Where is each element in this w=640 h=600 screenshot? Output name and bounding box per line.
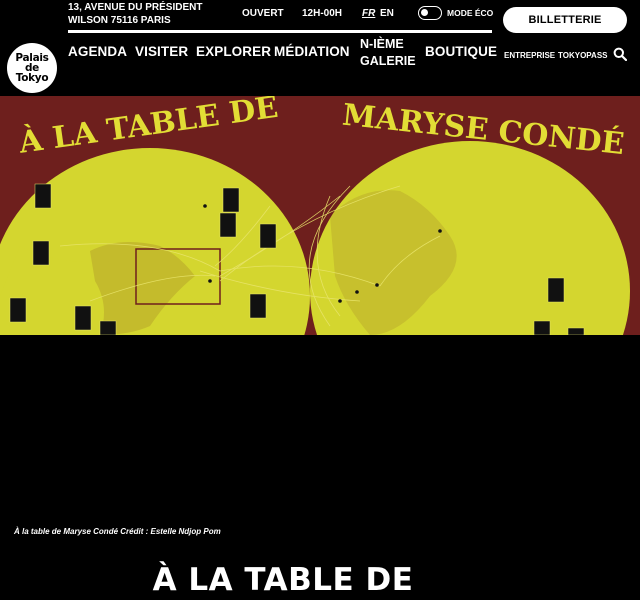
nav-explorer[interactable]: EXPLORER: [196, 44, 271, 59]
address-link[interactable]: 13, AVENUE DU PRÉSIDENT WILSON 75116 PAR…: [68, 1, 238, 27]
eco-mode-label: MODE ÉCO: [447, 8, 494, 18]
map-artwork: À LA TABLE DE MARYSE CONDÉ: [0, 96, 640, 335]
nav-mediation[interactable]: MÉDIATION: [274, 44, 350, 59]
lang-fr-link[interactable]: FR: [362, 8, 375, 19]
nav-tokyopass[interactable]: TOKYOPASS: [558, 51, 608, 60]
ticket-button[interactable]: BILLETTERIE: [503, 7, 627, 33]
eco-mode-toggle[interactable]: MODE ÉCO: [418, 6, 493, 20]
image-caption: À la table de Maryse Condé Crédit : Este…: [14, 527, 221, 536]
search-icon[interactable]: [613, 47, 627, 61]
nav-label-line: GALERIE: [360, 54, 416, 68]
nav-n-ieme-galerie[interactable]: N-IÈME GALERIE: [360, 36, 416, 70]
hero-image: À LA TABLE DE MARYSE CONDÉ: [0, 96, 640, 335]
nav-entreprise[interactable]: ENTREPRISE: [504, 51, 555, 60]
nav-visiter[interactable]: VISITER: [135, 44, 188, 59]
nav-boutique[interactable]: BOUTIQUE: [425, 44, 497, 59]
lang-en-link[interactable]: EN: [380, 8, 394, 19]
site-header: Palais de Tokyo 13, AVENUE DU PRÉSIDENT …: [0, 0, 640, 96]
toggle-knob: [421, 9, 428, 16]
nav-label-line: N-IÈME: [360, 37, 404, 51]
opening-hours: 12H-00H: [302, 8, 343, 19]
opening-status: OUVERT: [242, 8, 284, 19]
toggle-switch[interactable]: [418, 6, 442, 20]
image-letterbox: [0, 335, 640, 600]
logo-line: Tokyo: [15, 72, 49, 84]
header-divider: [68, 30, 492, 33]
nav-agenda[interactable]: AGENDA: [68, 44, 127, 59]
page-title: À LA TABLE DE: [152, 562, 414, 598]
palais-de-tokyo-logo[interactable]: Palais de Tokyo: [7, 43, 57, 93]
